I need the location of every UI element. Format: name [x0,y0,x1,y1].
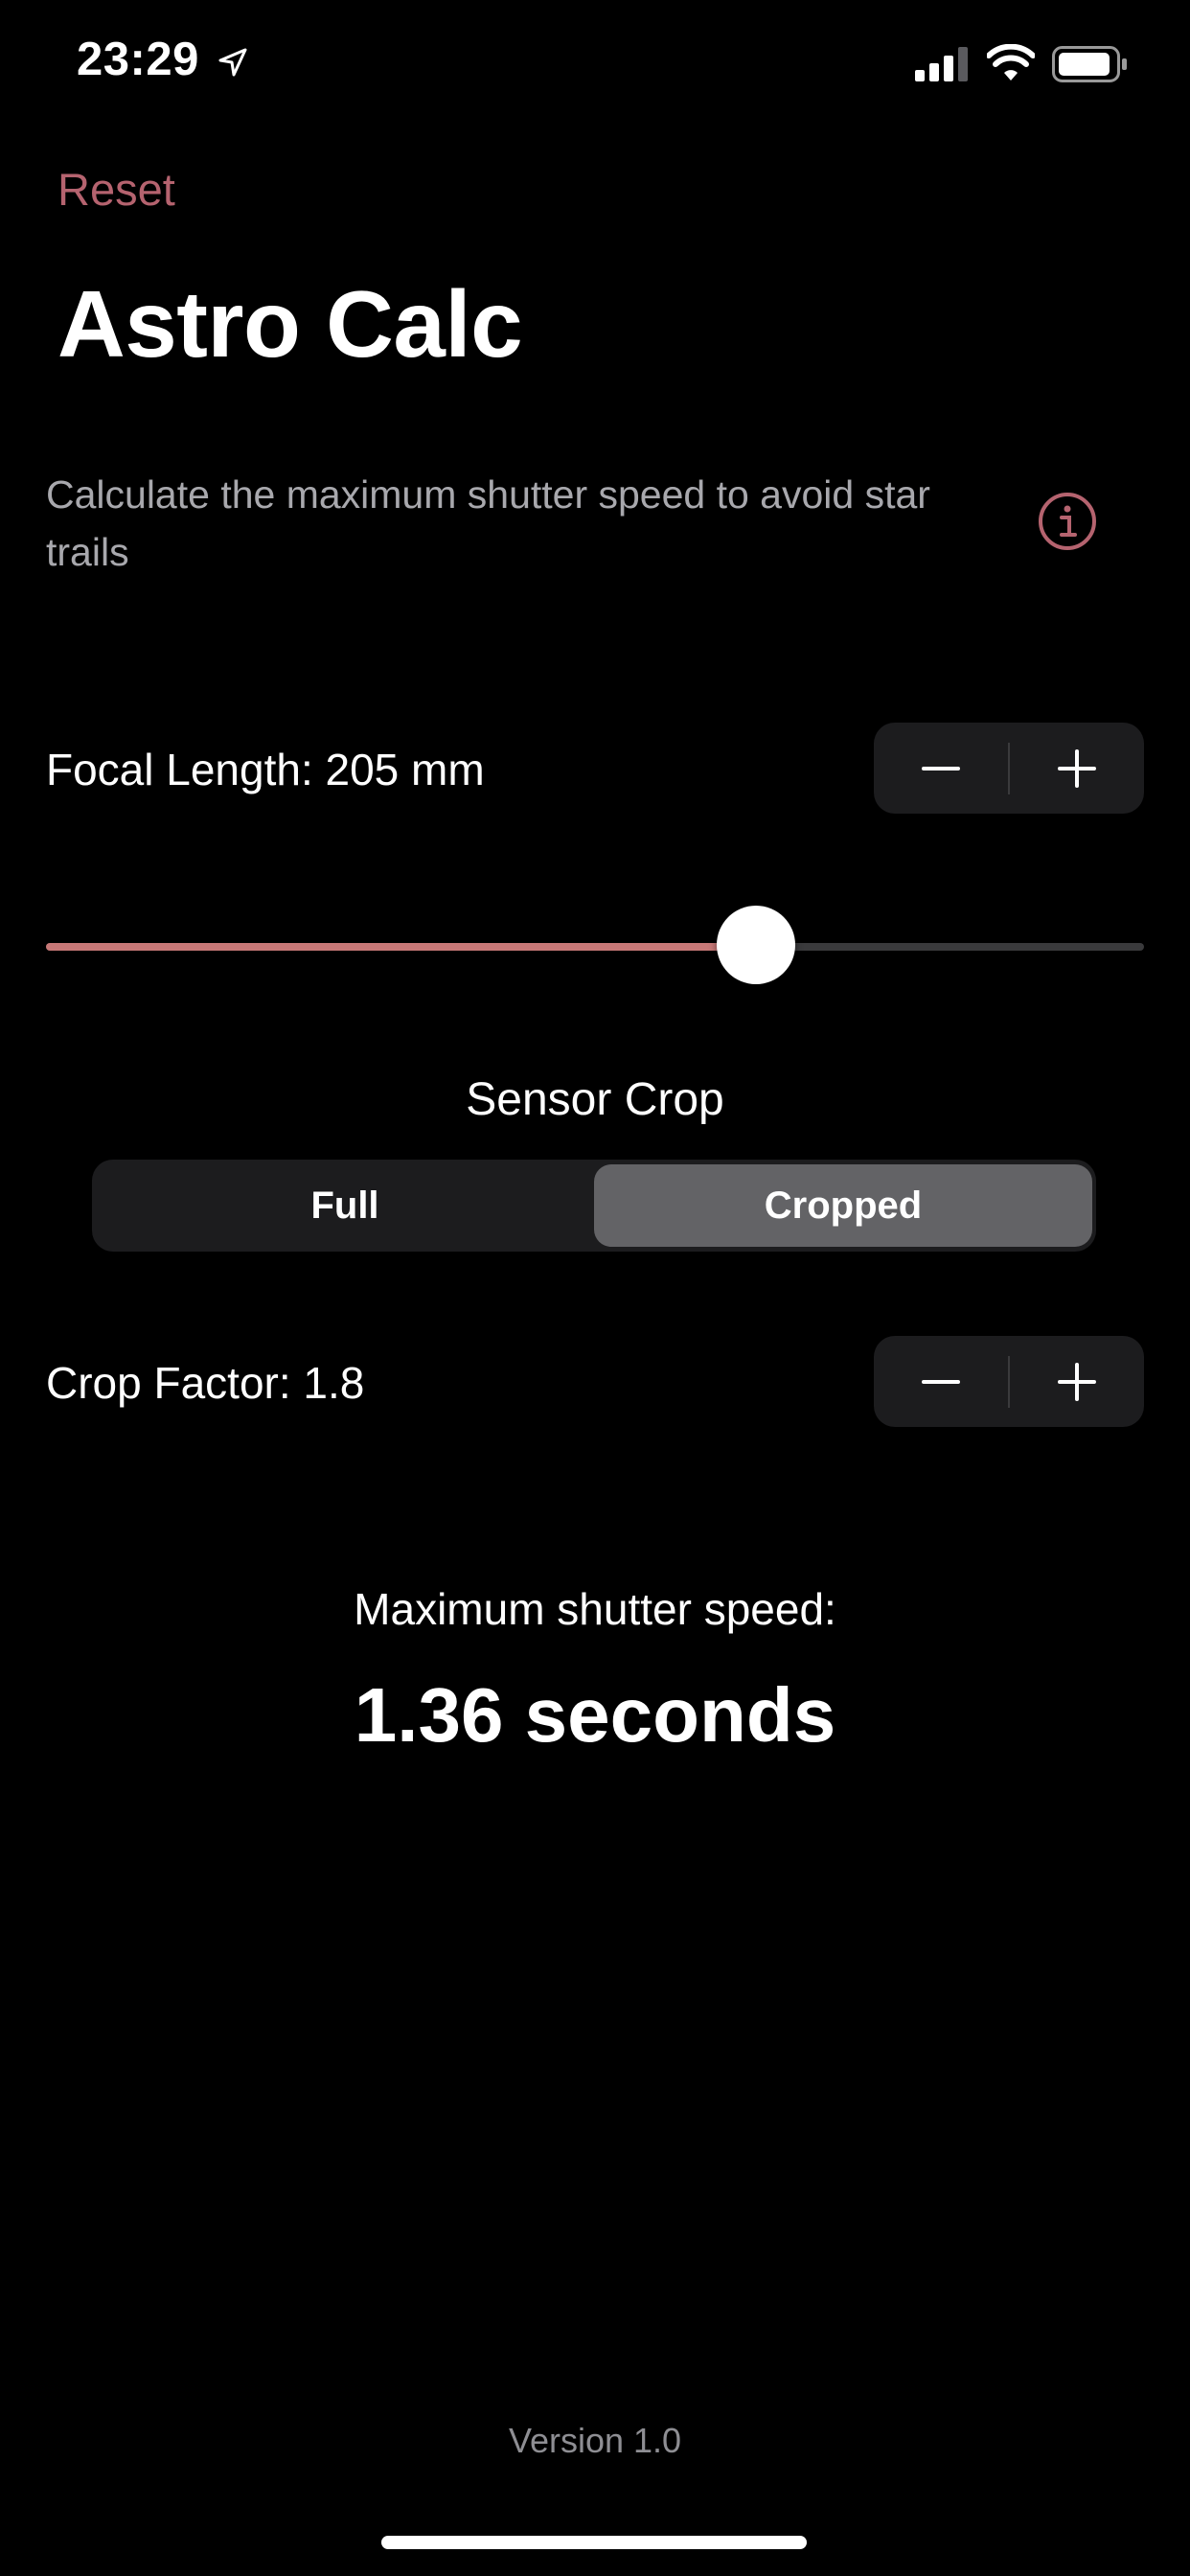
crop-factor-stepper[interactable] [874,1336,1144,1427]
reset-button[interactable]: Reset [57,163,175,216]
focal-length-slider-fill [46,943,757,951]
minus-icon [922,1379,960,1384]
sensor-crop-label: Sensor Crop [466,1074,724,1125]
focal-length-slider-thumb[interactable] [717,906,796,984]
info-circle-icon[interactable] [1037,491,1098,552]
page-title: Astro Calc [57,271,523,377]
minus-icon [922,766,960,770]
wifi-icon [987,44,1035,80]
segment-cropped[interactable]: Cropped [594,1164,1092,1247]
focal-length-increment-button[interactable] [1010,723,1144,814]
location-arrow-icon [218,48,247,77]
focal-length-label: Focal Length: 205 mm [46,745,485,794]
battery-icon [1052,46,1127,82]
sensor-crop-segmented-control[interactable]: Full Cropped [92,1160,1096,1252]
home-indicator [381,2536,807,2549]
segment-full[interactable]: Full [96,1164,594,1247]
crop-factor-label: Crop Factor: 1.8 [46,1358,365,1408]
plus-icon [1058,1362,1096,1401]
result-value: 1.36 seconds [354,1672,836,1758]
focal-length-stepper[interactable] [874,723,1144,814]
status-time: 23:29 [77,34,199,85]
crop-factor-increment-button[interactable] [1010,1336,1144,1427]
focal-length-decrement-button[interactable] [874,723,1008,814]
signal-icon [915,47,968,81]
plus-icon [1058,748,1096,788]
focal-length-slider-track[interactable] [46,943,1144,951]
result-label: Maximum shutter speed: [354,1584,836,1634]
crop-factor-decrement-button[interactable] [874,1336,1008,1427]
version-text: Version 1.0 [508,2421,682,2460]
description-text: Calculate the maximum shutter speed to a… [46,472,930,574]
